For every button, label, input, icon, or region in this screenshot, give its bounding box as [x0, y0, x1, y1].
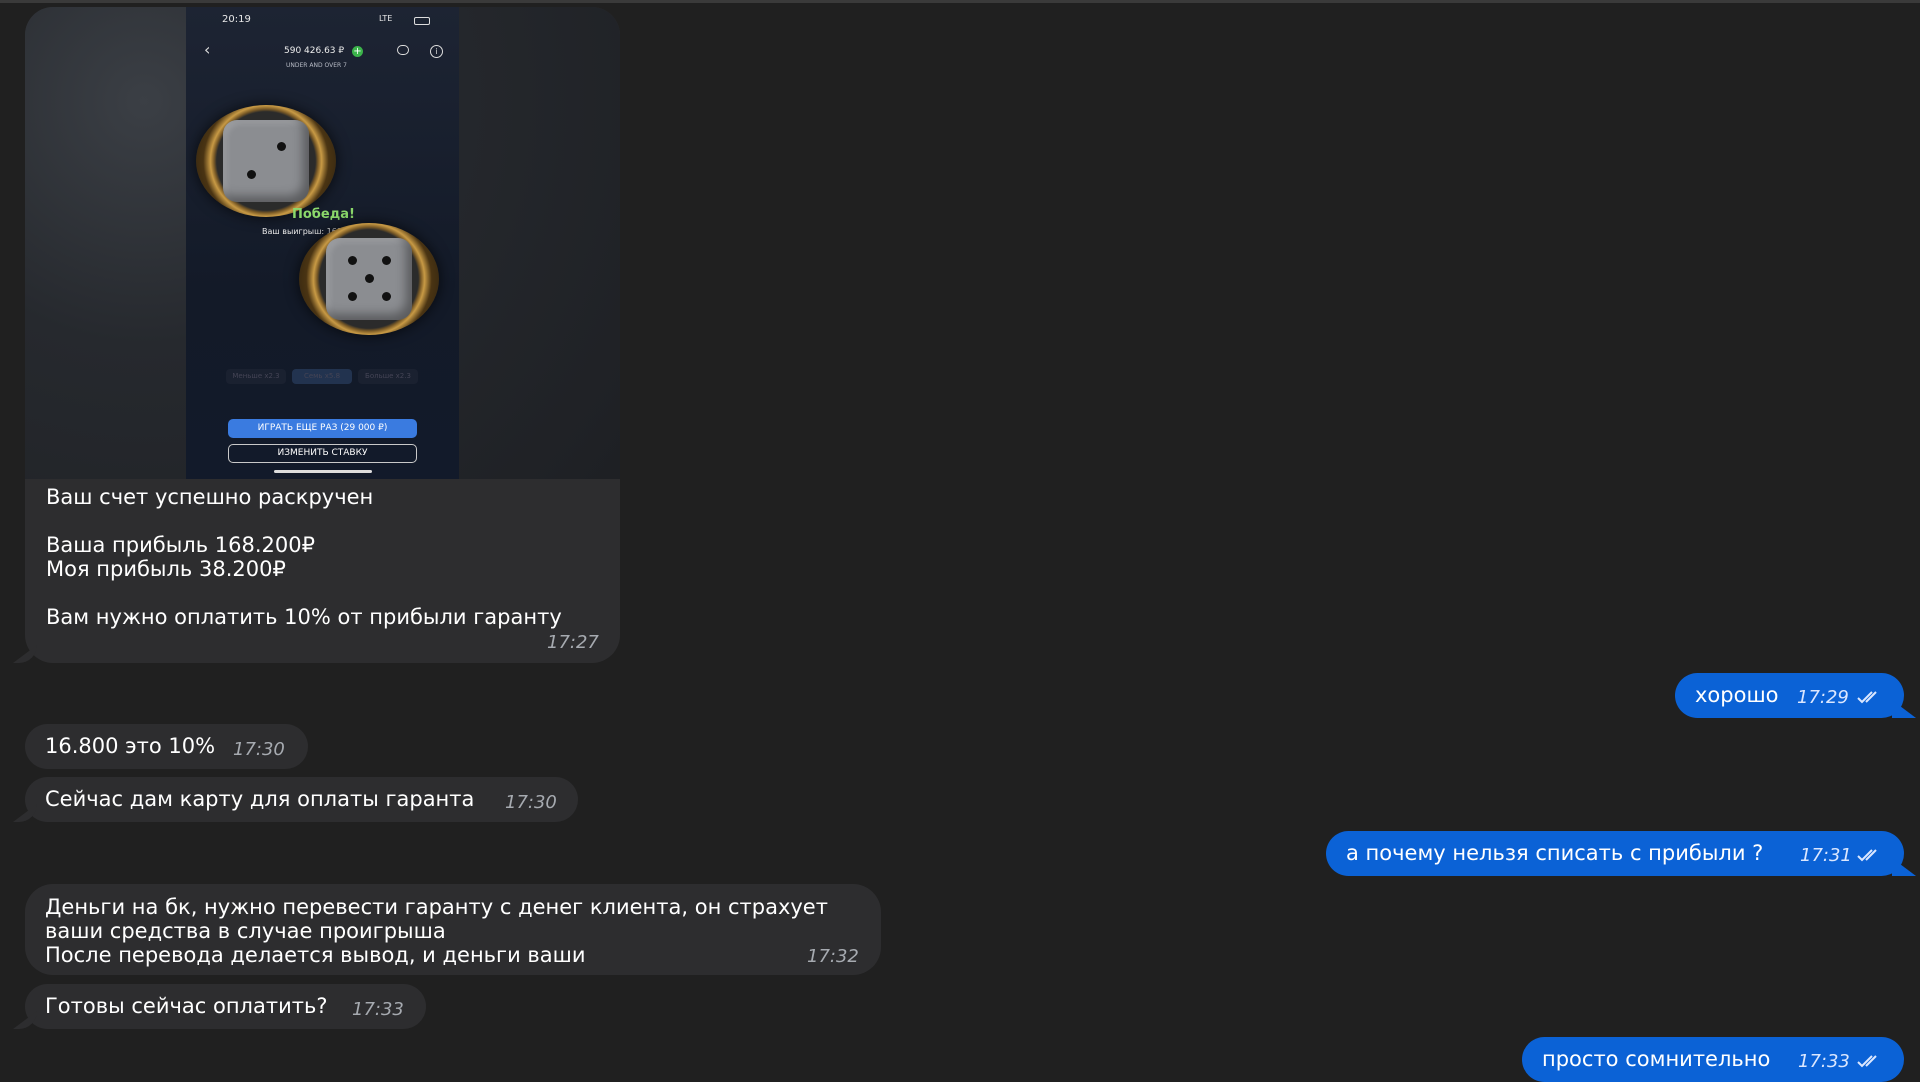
dice-ring-2 [299, 223, 439, 335]
message-line: После перевода делается вывод, и деньги … [45, 943, 586, 967]
message-time: 17:30 [233, 739, 285, 760]
window-top-border [0, 0, 1920, 3]
message-text: Деньги на бк, нужно перевести гаранту с … [45, 895, 828, 967]
bubble-tail [13, 1011, 37, 1029]
dice-pip [277, 142, 286, 151]
dice-pip [348, 292, 357, 301]
message-text: просто сомнительно [1542, 1047, 1771, 1071]
info-icon: i [430, 45, 443, 58]
message-time: 17:29 [1797, 687, 1849, 708]
phone-screenshot: 20:19 LTE ‹ 590 426.63 ₽ + i UNDER AND O… [186, 7, 459, 479]
message-time: 17:31 [1800, 845, 1852, 866]
game-name: UNDER AND OVER 7 [286, 62, 347, 69]
message-text: Сейчас дам карту для оплаты гаранта [45, 787, 475, 811]
dice-pip [382, 256, 391, 265]
play-again-button[interactable]: ИГРАТЬ ЕЩЕ РАЗ (29 000 ₽) [228, 419, 417, 438]
bubble-tail [1892, 700, 1916, 718]
double-check-icon [1857, 849, 1877, 862]
message-time: 17:32 [807, 946, 859, 967]
dice-pip [348, 256, 357, 265]
message-outgoing[interactable]: хорошо 17:29 [1675, 673, 1916, 718]
phone-clock: 20:19 [222, 14, 251, 25]
message-text: 16.800 это 10% [45, 734, 216, 758]
message-time: 17:33 [352, 999, 404, 1020]
message-outgoing[interactable]: просто сомнительно 17:33 [1522, 1037, 1904, 1082]
message-line: Ваш счет успешно раскручен [46, 485, 374, 509]
double-check-icon [1857, 1055, 1877, 1068]
bubble-tail [13, 645, 37, 663]
message-time: 17:33 [1798, 1051, 1850, 1072]
win-title: Победа! [292, 207, 355, 222]
message-with-screenshot[interactable]: 20:19 LTE ‹ 590 426.63 ₽ + i UNDER AND O… [13, 7, 620, 663]
message-time: 17:27 [547, 632, 599, 653]
dice-pip [365, 274, 374, 283]
message-text: а почему нельзя списать с прибыли ? [1346, 841, 1764, 865]
message-line: Ваша прибыль 168.200₽ [46, 533, 315, 557]
message-incoming[interactable]: 16.800 это 10% 17:30 [25, 724, 308, 769]
balance-text: 590 426.63 ₽ [284, 46, 345, 56]
message-time: 17:30 [505, 792, 557, 813]
dice-pip [382, 292, 391, 301]
message-line: ваши средства в случае проигрыша [45, 919, 446, 943]
back-arrow-icon: ‹ [204, 40, 211, 59]
home-indicator [274, 470, 372, 473]
battery-icon [414, 17, 430, 25]
message-incoming[interactable]: Сейчас дам карту для оплаты гаранта 17:3… [13, 777, 578, 822]
network-indicator: LTE [379, 14, 393, 23]
attached-screenshot[interactable]: 20:19 LTE ‹ 590 426.63 ₽ + i UNDER AND O… [25, 7, 620, 479]
bet-option-under[interactable]: Меньше x2.3 [226, 369, 286, 384]
dice-2 [326, 238, 412, 320]
message-incoming[interactable]: Деньги на бк, нужно перевести гаранту с … [25, 884, 881, 975]
dice-1 [223, 120, 309, 202]
chat-icon [397, 45, 409, 55]
dice-pip [247, 170, 256, 179]
bubble-tail [13, 804, 37, 822]
message-text: хорошо [1695, 683, 1779, 707]
dice-ring-1 [196, 105, 336, 217]
message-text: Готовы сейчас оплатить? [45, 994, 328, 1018]
message-line: Моя прибыль 38.200₽ [46, 557, 286, 581]
bubble-tail [1892, 858, 1916, 876]
add-balance-icon: + [352, 46, 363, 57]
change-bet-button[interactable]: ИЗМЕНИТЬ СТАВКУ [228, 444, 417, 463]
bet-option-seven[interactable]: Семь x5.8 [292, 369, 352, 384]
double-check-icon [1857, 691, 1877, 704]
message-text: Ваш счет успешно раскручен Ваша прибыль … [46, 485, 562, 629]
message-incoming[interactable]: Готовы сейчас оплатить? 17:33 [13, 984, 426, 1029]
message-line: Вам нужно оплатить 10% от прибыли гарант… [46, 605, 562, 629]
bet-option-over[interactable]: Больше x2.3 [358, 369, 418, 384]
message-outgoing[interactable]: а почему нельзя списать с прибыли ? 17:3… [1326, 831, 1916, 876]
message-line: Деньги на бк, нужно перевести гаранту с … [45, 895, 828, 919]
